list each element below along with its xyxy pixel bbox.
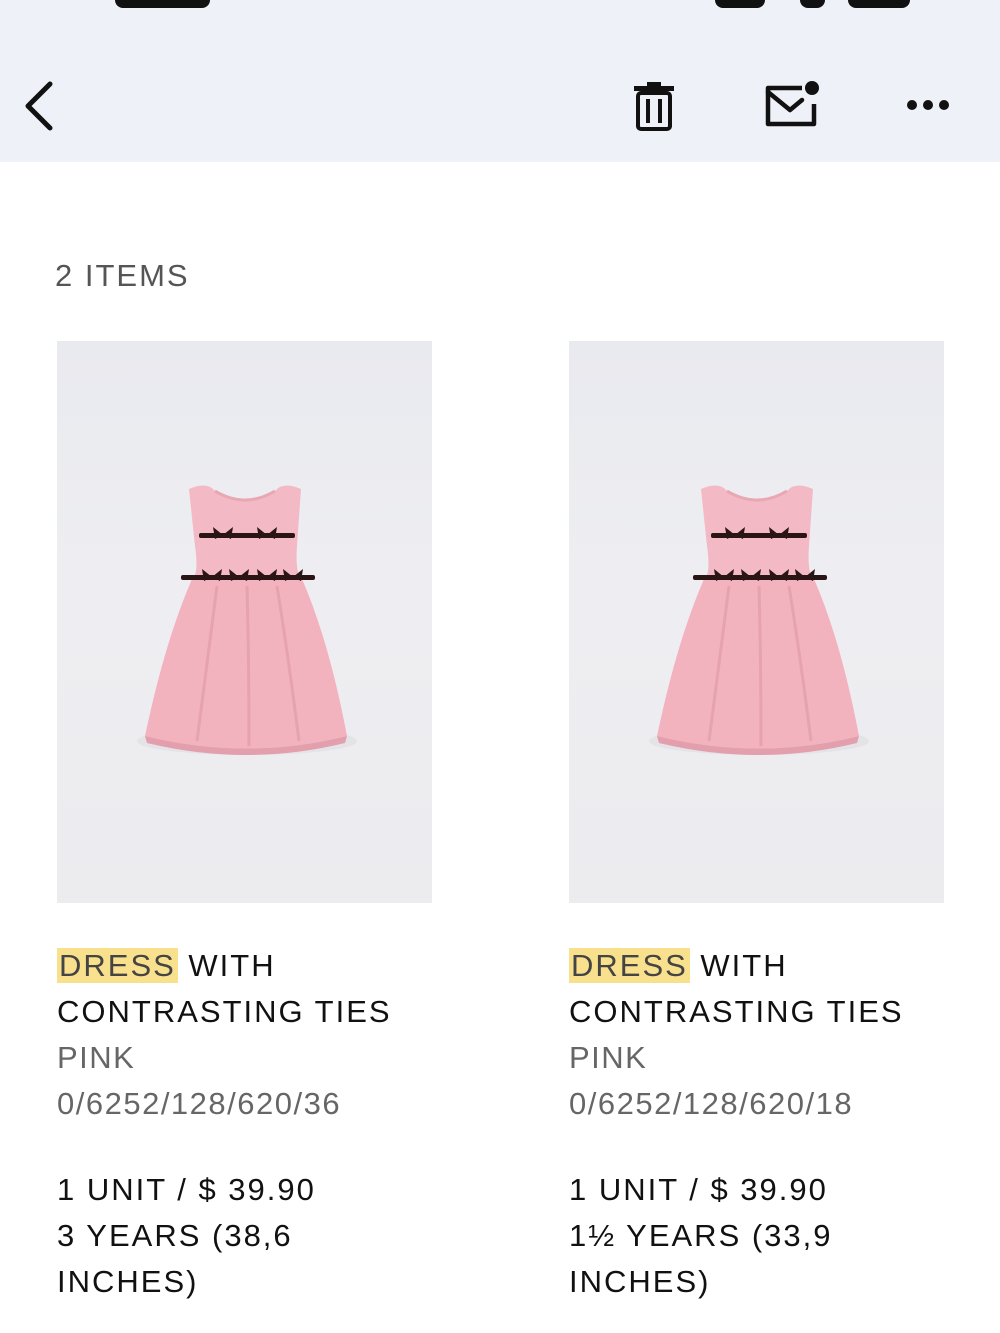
- email-toolbar: [0, 0, 1000, 162]
- search-highlight: DRESS: [57, 948, 178, 983]
- dress-illustration: [137, 485, 357, 755]
- product-image[interactable]: [57, 341, 432, 903]
- order-item-card[interactable]: DRESS WITH CONTRASTING TIES PINK 0/6252/…: [569, 341, 945, 1305]
- product-quantity-price: 1 UNIT / $ 39.90: [57, 1172, 316, 1207]
- product-color: PINK: [569, 1040, 648, 1075]
- order-item-card[interactable]: DRESS WITH CONTRASTING TIES PINK 0/6252/…: [57, 341, 433, 1305]
- status-bar-fragment: [800, 0, 825, 8]
- trash-icon[interactable]: [630, 80, 678, 132]
- more-horizontal-icon[interactable]: [900, 92, 956, 118]
- product-name: DRESS WITH CONTRASTING TIES: [569, 943, 949, 1035]
- search-highlight: DRESS: [569, 948, 690, 983]
- dress-illustration: [649, 485, 869, 755]
- mail-unread-icon[interactable]: [762, 80, 822, 130]
- product-color: PINK: [57, 1040, 136, 1075]
- status-bar-fragment: [848, 0, 910, 8]
- items-count: 2 ITEMS: [55, 258, 190, 293]
- product-image[interactable]: [569, 341, 944, 903]
- status-bar-fragment: [115, 0, 210, 8]
- status-bar-fragment: [715, 0, 765, 8]
- chevron-left-icon[interactable]: [18, 78, 62, 134]
- product-reference: 0/6252/128/620/18: [569, 1086, 854, 1121]
- product-name: DRESS WITH CONTRASTING TIES: [57, 943, 437, 1035]
- product-size: 1½ YEARS (33,9 INCHES): [569, 1218, 833, 1299]
- product-reference: 0/6252/128/620/36: [57, 1086, 342, 1121]
- product-quantity-price: 1 UNIT / $ 39.90: [569, 1172, 828, 1207]
- product-size: 3 YEARS (38,6 INCHES): [57, 1218, 293, 1299]
